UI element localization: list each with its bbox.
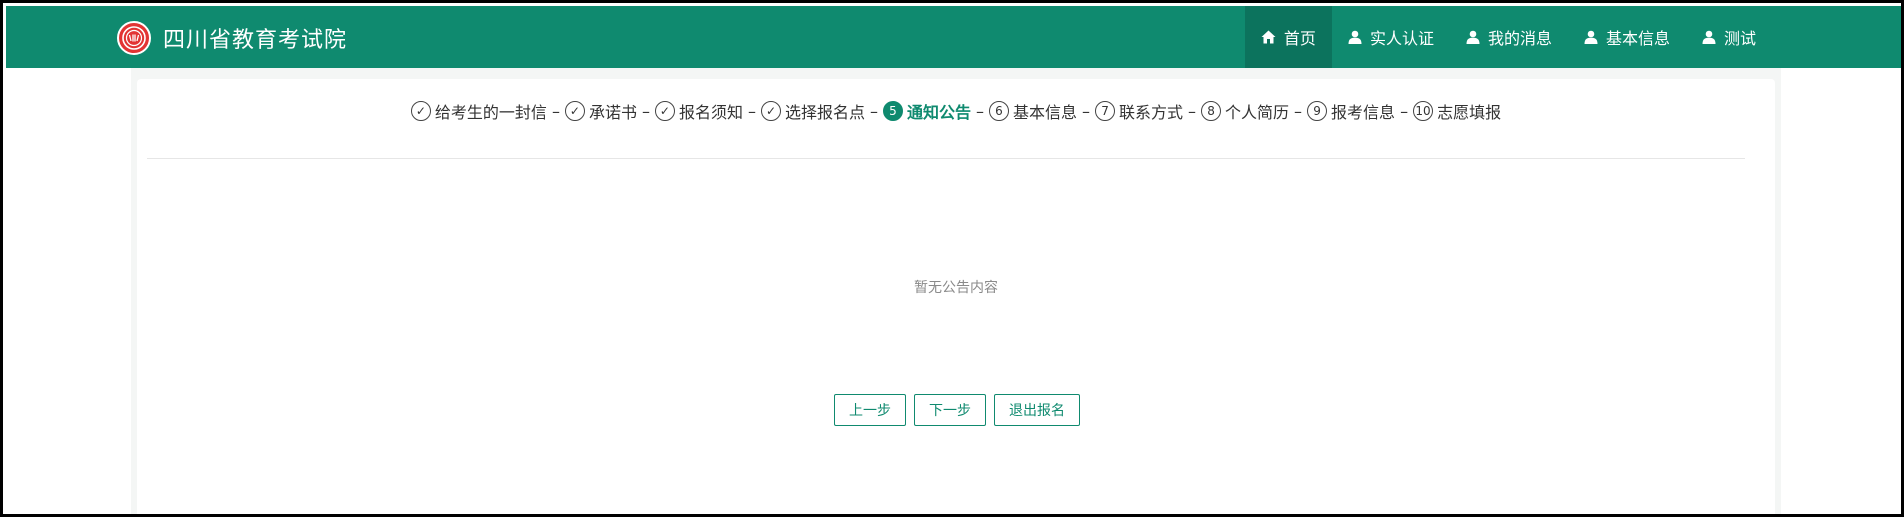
step-basic-info: 6 基本信息 [989, 99, 1077, 123]
step-number: 7 [1095, 101, 1116, 121]
empty-announcement-text: 暂无公告内容 [914, 280, 998, 296]
nav-label: 首页 [1283, 29, 1316, 48]
nav-item-test[interactable]: 测试 [1686, 6, 1772, 68]
emblem-icon [117, 21, 151, 55]
next-step-button[interactable]: 下一步 [914, 394, 986, 426]
step-label: 报考信息 [1331, 103, 1396, 122]
quit-registration-button[interactable]: 退出报名 [994, 394, 1080, 426]
user-icon [1348, 30, 1362, 44]
step-announcement: 5 通知公告 [882, 99, 971, 123]
nav-item-real-person-auth[interactable]: 实人认证 [1332, 6, 1450, 68]
check-icon: ✓ [564, 101, 585, 121]
nav-label: 基本信息 [1605, 29, 1670, 48]
site-title: 四川省教育考试院 [163, 28, 348, 53]
step-separator: – [1400, 101, 1409, 121]
user-icon [1584, 30, 1598, 44]
step-number: 8 [1201, 101, 1222, 121]
step-preferences: 10 志愿填报 [1413, 99, 1501, 123]
step-separator: – [1294, 101, 1303, 121]
step-label: 承诺书 [588, 103, 637, 122]
nav-label: 我的消息 [1487, 29, 1552, 48]
step-label: 通知公告 [906, 103, 971, 122]
top-header: 四川省教育考试院 首页 实人认证 我的消息 基本信息 测试 [6, 6, 1901, 68]
step-label: 个人简历 [1225, 103, 1290, 122]
step-progress: ✓ 给考生的一封信 – ✓ 承诺书 – ✓ 报名须知 – ✓ 选择报名点 – 5… [137, 97, 1775, 125]
divider [147, 158, 1745, 159]
step-number: 6 [989, 101, 1009, 121]
step-label: 联系方式 [1119, 103, 1184, 122]
step-number: 5 [882, 101, 903, 121]
step-separator: – [551, 101, 560, 121]
action-buttons: 上一步 下一步 退出报名 [137, 394, 1775, 426]
browser-frame: 四川省教育考试院 首页 实人认证 我的消息 基本信息 测试 ✓ 给考生的一封信 … [0, 0, 1904, 517]
step-separator: – [1082, 101, 1091, 121]
nav-item-basic-info[interactable]: 基本信息 [1568, 6, 1686, 68]
nav-label: 实人认证 [1369, 29, 1434, 48]
step-commitment: ✓ 承诺书 [564, 99, 637, 123]
brand[interactable]: 四川省教育考试院 [117, 20, 347, 56]
check-icon: ✓ [760, 101, 781, 121]
content-card: ✓ 给考生的一封信 – ✓ 承诺书 – ✓ 报名须知 – ✓ 选择报名点 – 5… [137, 79, 1775, 514]
step-resume: 8 个人简历 [1201, 99, 1289, 123]
step-number: 9 [1307, 101, 1328, 121]
step-choose-site: ✓ 选择报名点 [760, 99, 865, 123]
step-contact: 7 联系方式 [1095, 99, 1183, 123]
step-separator: – [747, 101, 756, 121]
nav-label: 测试 [1723, 29, 1756, 48]
step-separator: – [976, 101, 984, 121]
step-label: 报名须知 [678, 103, 743, 122]
nav-item-my-messages[interactable]: 我的消息 [1450, 6, 1568, 68]
step-label: 志愿填报 [1437, 103, 1502, 122]
step-exam-info: 9 报考信息 [1307, 99, 1395, 123]
step-label: 给考生的一封信 [434, 103, 547, 122]
check-icon: ✓ [654, 101, 675, 121]
user-icon [1466, 30, 1480, 44]
nav-item-home[interactable]: 首页 [1244, 6, 1332, 68]
step-separator: – [641, 101, 650, 121]
step-letter-to-candidates: ✓ 给考生的一封信 [410, 99, 547, 123]
top-nav: 首页 实人认证 我的消息 基本信息 测试 [1244, 6, 1772, 68]
home-icon [1261, 30, 1276, 44]
step-number: 10 [1413, 101, 1434, 121]
check-icon: ✓ [410, 101, 431, 121]
step-label: 选择报名点 [784, 103, 865, 122]
prev-step-button[interactable]: 上一步 [834, 394, 906, 426]
step-separator: – [1188, 101, 1197, 121]
step-separator: – [869, 101, 878, 121]
user-icon [1702, 30, 1716, 44]
step-registration-notice: ✓ 报名须知 [654, 99, 743, 123]
step-label: 基本信息 [1013, 103, 1078, 122]
